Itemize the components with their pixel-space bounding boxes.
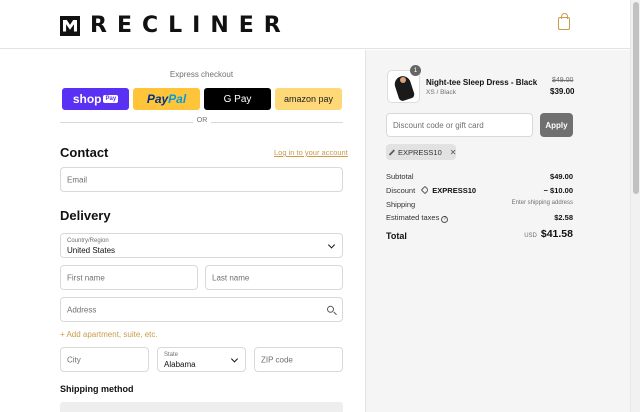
page-scrollbar[interactable] [630,0,640,412]
email-placeholder: Email [67,175,88,184]
total-label: Total [386,231,407,241]
scrollbar-thumb[interactable] [633,2,639,194]
contact-title: Contact [60,145,109,160]
last-name-placeholder: Last name [212,273,250,282]
tag-icon [421,185,430,195]
quantity-badge: 1 [410,65,421,76]
shipping-method-title: Shipping method [60,384,134,394]
tag-icon [388,148,396,156]
discount-label: Discount [386,186,416,195]
product-original-price: $49.00 [552,77,574,84]
product-variant: XS / Black [426,89,456,96]
apply-button[interactable]: Apply [540,113,573,137]
add-apartment-link[interactable]: + Add apartment, suite, etc. [60,330,158,339]
last-name-field[interactable]: Last name [205,265,343,290]
taxes-label: Estimated taxes [386,213,440,222]
subtotal-value: $49.00 [550,172,573,181]
country-label: Country/Region [67,238,109,244]
shop-pay-button[interactable]: shop Pay [62,88,129,110]
site-header: RECLINER [0,0,640,49]
product-price: $39.00 [550,87,575,96]
state-select[interactable]: State Alabama [157,347,246,372]
express-checkout-title: Express checkout [169,70,234,79]
discount-code-input[interactable]: Discount code or gift card [386,113,533,137]
checkout-form: Express checkout shop Pay Pay Pal G Pay a… [0,50,365,412]
paypal-button[interactable]: Pay Pal [133,88,200,110]
google-pay-button[interactable]: G Pay [204,88,271,110]
brand-name: RECLINER [90,13,291,38]
zip-field[interactable]: ZIP code [254,347,343,372]
first-name-field[interactable]: First name [60,265,198,290]
chevron-down-icon [327,240,336,249]
city-placeholder: City [67,355,81,364]
login-link[interactable]: Log in to your account [274,148,348,157]
state-value: Alabama [164,360,196,369]
address-field[interactable]: Address [60,297,343,322]
amazon-pay-label: amazon pay [283,94,334,104]
logo-mark-icon [60,15,80,36]
address-placeholder: Address [67,305,97,314]
google-pay-label: G Pay [223,93,252,105]
discount-code: EXPRESS10 [432,186,477,195]
amazon-pay-button[interactable]: amazon pay [275,88,342,110]
total-row: Total USD $41.58 [386,226,573,244]
subtotal-row: Subtotal $49.00 [386,172,573,181]
shipping-label: Shipping [386,200,416,209]
paypal-label-b: Pal [168,92,187,106]
product-image-detail [400,77,406,83]
or-divider-label: OR [193,117,211,124]
applied-discount-chip: EXPRESS10 ✕ [386,144,456,160]
shipping-value: Enter shipping address [511,200,573,206]
taxes-row: Estimated taxes? $2.58 [386,213,573,223]
zip-placeholder: ZIP code [261,355,293,364]
paypal-label-a: Pay [146,92,169,106]
discount-placeholder: Discount code or gift card [393,121,484,130]
shopping-bag-icon[interactable] [558,13,570,30]
country-value: United States [67,246,116,255]
city-field[interactable]: City [60,347,149,372]
total-value: $41.58 [540,228,573,240]
info-icon[interactable]: ? [441,216,449,223]
discount-value: − $10.00 [543,186,573,195]
search-icon [327,305,334,313]
currency-code: USD [524,233,537,239]
product-name: Night-tee Sleep Dress - Black [426,78,538,87]
country-select[interactable]: Country/Region United States [60,233,343,258]
applied-code: EXPRESS10 [398,147,442,157]
chevron-down-icon [230,354,239,363]
shop-pay-badge: Pay [103,95,119,103]
taxes-value: $2.58 [554,213,573,222]
remove-discount-icon[interactable]: ✕ [450,148,457,157]
subtotal-label: Subtotal [386,172,414,181]
email-field[interactable]: Email [60,167,343,192]
shipping-row: Shipping Enter shipping address [386,200,573,209]
shipping-method-box [60,402,343,412]
first-name-placeholder: First name [67,273,105,282]
delivery-title: Delivery [60,208,111,223]
discount-row: Discount EXPRESS10 − $10.00 [386,185,573,195]
brand-logo[interactable]: RECLINER [60,13,291,38]
state-label: State [164,352,179,358]
order-summary: 1 Night-tee Sleep Dress - Black XS / Bla… [365,50,630,412]
shop-pay-label: shop [72,92,102,106]
